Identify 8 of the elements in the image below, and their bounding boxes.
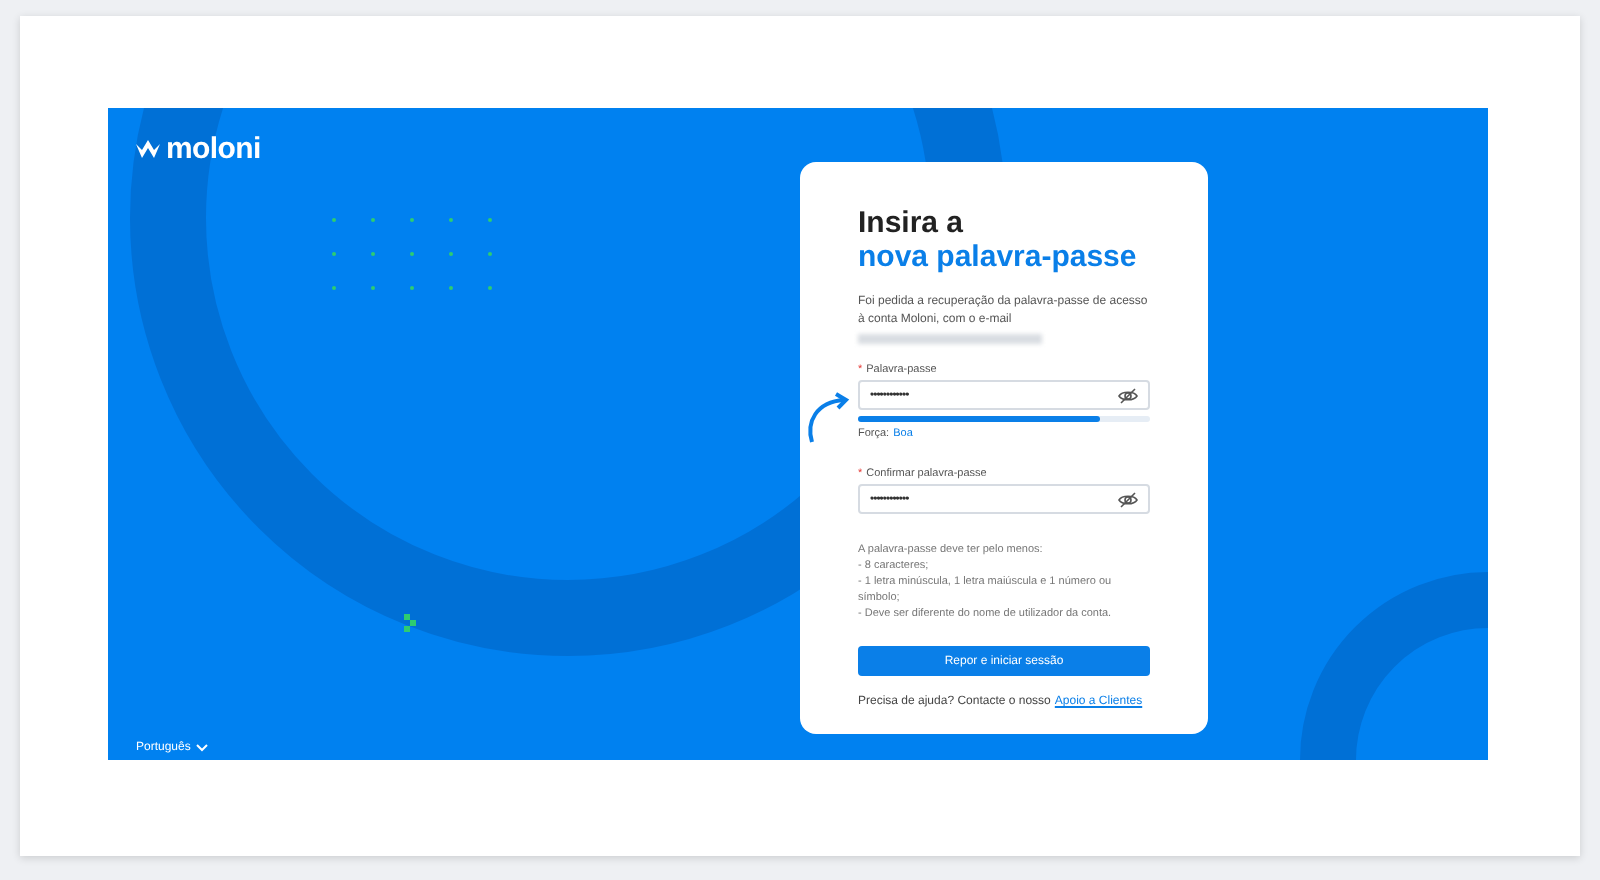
curved-arrow-icon (804, 392, 852, 444)
title-highlight: nova palavra-passe (858, 240, 1139, 274)
eye-off-icon[interactable] (1118, 491, 1138, 507)
brand-logo: moloni (166, 132, 261, 166)
chevron-down-icon (196, 744, 209, 752)
leaf-logo-icon (136, 139, 160, 159)
eye-off-icon[interactable] (1118, 387, 1138, 403)
title-text: Insira a (858, 206, 966, 240)
